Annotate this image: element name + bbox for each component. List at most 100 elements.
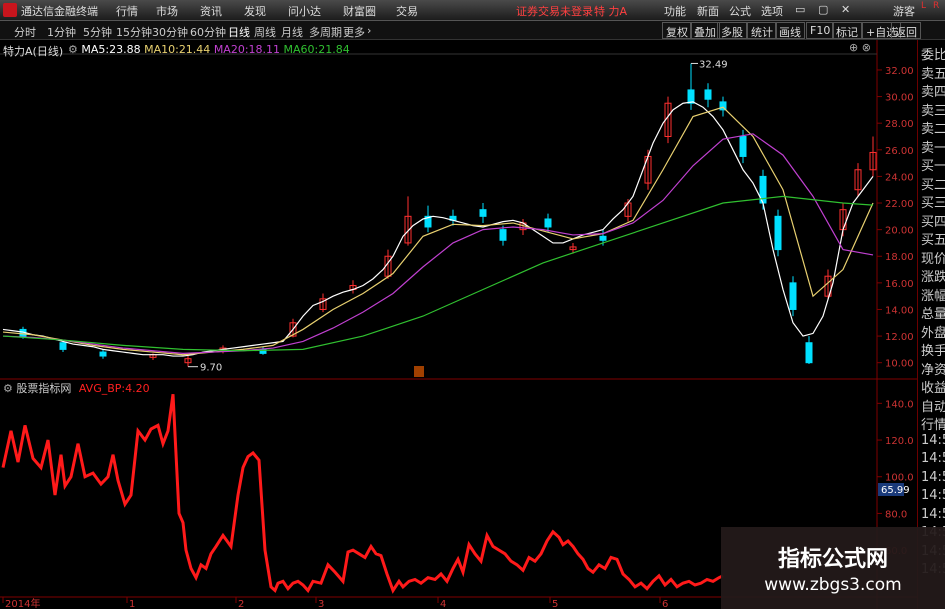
- candle: [499, 229, 507, 241]
- tab-5min[interactable]: 5分钟: [83, 24, 112, 40]
- lr-badge: L R: [919, 1, 943, 20]
- ma-line-ma20: [2, 133, 874, 354]
- avg-bp-line: [1, 393, 724, 594]
- tab-multi-period[interactable]: 多周期: [309, 24, 342, 40]
- guest-label[interactable]: 游客: [893, 3, 915, 19]
- ind-tick-label: 100.0: [885, 473, 914, 484]
- menu-item-trade[interactable]: 交易: [396, 3, 418, 19]
- tab-daily[interactable]: 日线: [228, 24, 250, 40]
- sidebar-item[interactable]: 买三: [921, 192, 945, 211]
- settings-icon[interactable]: ⚙: [68, 43, 81, 56]
- tab-more[interactable]: 更多: [343, 24, 365, 40]
- tab-15min[interactable]: 15分钟: [116, 24, 152, 40]
- sidebar-item[interactable]: 总量: [921, 303, 945, 322]
- price-tick-label: 16.00: [885, 279, 914, 290]
- low-price-label: 9.70: [200, 363, 222, 374]
- menu-new-page[interactable]: 新面: [697, 3, 719, 19]
- menu-item-assistant[interactable]: 问小达: [288, 3, 321, 19]
- sidebar-item[interactable]: 买四: [921, 211, 945, 230]
- candle: [774, 215, 782, 251]
- candle: [99, 351, 107, 357]
- draw-button[interactable]: 画线: [775, 22, 805, 39]
- tab-monthly[interactable]: 月线: [281, 24, 303, 40]
- sidebar-item[interactable]: 买五: [921, 229, 945, 248]
- menu-options[interactable]: 选项: [761, 3, 783, 19]
- overlay-button[interactable]: 叠加: [690, 22, 720, 39]
- main-chart-title: 特力A(日线): [3, 43, 63, 59]
- badge-l: L: [921, 1, 927, 11]
- sidebar-item[interactable]: 外盘: [921, 322, 945, 341]
- sidebar-item[interactable]: 14:5: [921, 488, 945, 503]
- sidebar-item[interactable]: 卖二: [921, 118, 945, 137]
- stats-button[interactable]: 统计: [747, 22, 777, 39]
- candle: [704, 89, 712, 100]
- zoom-icon[interactable]: ⊕: [849, 41, 858, 54]
- sidebar-item[interactable]: 14:5: [921, 470, 945, 485]
- back-button[interactable]: 返回: [891, 22, 921, 39]
- mark-button[interactable]: 标记: [832, 22, 862, 39]
- ma20-label: MA20:: [213, 43, 249, 56]
- x-tick-label: 5: [552, 599, 558, 609]
- menu-formula[interactable]: 公式: [729, 3, 751, 19]
- menu-item-discover[interactable]: 发现: [244, 3, 266, 19]
- sidebar-item[interactable]: 卖五: [921, 63, 945, 82]
- menu-bar: 通达信金融终端 行情 市场 资讯 发现 问小达 财富圈 交易 证券交易未登录 特…: [0, 0, 945, 21]
- price-tick-label: 18.00: [885, 252, 914, 263]
- price-tick-label: 20.00: [885, 226, 914, 237]
- tab-1min[interactable]: 1分钟: [47, 24, 76, 40]
- menu-item-news[interactable]: 资讯: [200, 3, 222, 19]
- f10-button[interactable]: F10: [806, 22, 835, 39]
- price-tick-label: 24.00: [885, 172, 914, 183]
- chart-area[interactable]: 32.00 30.00 28.00 26.00 24.00 22.00 20.00 18.00…: [0, 40, 917, 609]
- ind-tick-label: 120.0: [885, 436, 914, 447]
- x-tick-label: 4: [440, 599, 446, 609]
- sidebar-item[interactable]: 卖一: [921, 137, 945, 156]
- price-tick-label: 28.00: [885, 119, 914, 130]
- ma5-label: MA5:: [81, 43, 110, 56]
- indicator-name[interactable]: 股票指标网: [16, 382, 71, 395]
- event-marker-icon[interactable]: [414, 366, 424, 377]
- menu-function[interactable]: 功能: [664, 3, 686, 19]
- sidebar-item[interactable]: 买二: [921, 174, 945, 193]
- minimize-icon[interactable]: ▭: [795, 3, 805, 16]
- sidebar-item[interactable]: 卖四: [921, 81, 945, 100]
- ma10-label: MA10:: [144, 43, 179, 56]
- login-status[interactable]: 证券交易未登录: [516, 3, 593, 19]
- more-chevron-icon[interactable]: ›: [367, 24, 371, 37]
- sidebar-item[interactable]: 14:5: [921, 507, 945, 522]
- app-title: 通达信金融终端: [21, 5, 98, 18]
- sidebar-item[interactable]: 换手: [921, 340, 945, 359]
- close-icon[interactable]: ✕: [841, 3, 850, 16]
- sidebar-item[interactable]: 涨幅: [921, 285, 945, 304]
- ma10-value: 21.44: [178, 43, 211, 56]
- period-label: (日线): [32, 45, 64, 58]
- indicator-settings-icon[interactable]: ⚙: [3, 382, 16, 395]
- sidebar-item[interactable]: 委比: [921, 44, 945, 63]
- menu-item-markets[interactable]: 市场: [156, 3, 178, 19]
- sidebar-item[interactable]: 买一: [921, 155, 945, 174]
- sidebar-item[interactable]: 14:5: [921, 451, 945, 466]
- sidebar-item[interactable]: 自动: [921, 396, 945, 415]
- sidebar-item[interactable]: 卖三: [921, 100, 945, 119]
- sidebar-item[interactable]: 净资: [921, 359, 945, 378]
- sidebar-item[interactable]: 行情: [921, 414, 945, 433]
- sidebar-item[interactable]: 收益: [921, 377, 945, 396]
- sidebar-item[interactable]: 14:5: [921, 433, 945, 448]
- sidebar-item[interactable]: 涨跌: [921, 266, 945, 285]
- tab-30min[interactable]: 30分钟: [152, 24, 188, 40]
- menu-item-market[interactable]: 行情: [116, 3, 138, 19]
- adjust-button[interactable]: 复权: [662, 22, 692, 39]
- restore-icon[interactable]: ▢: [818, 3, 828, 16]
- menu-item-wealth[interactable]: 财富圈: [343, 3, 376, 19]
- high-price-label: 32.49: [699, 59, 728, 70]
- sidebar-item[interactable]: 现价: [921, 248, 945, 267]
- multi-stock-button[interactable]: 多股: [717, 22, 747, 39]
- tab-timeshare[interactable]: 分时: [14, 24, 36, 40]
- ma60-value: 21.84: [318, 43, 350, 56]
- close-panel-icon[interactable]: ⊗: [862, 41, 871, 54]
- tab-60min[interactable]: 60分钟: [190, 24, 226, 40]
- tab-weekly[interactable]: 周线: [254, 24, 276, 40]
- ma20-value: 18.11: [248, 43, 281, 56]
- quote-sidebar: 委比 卖五 卖四 卖三 卖二 卖一 买一 买二 买三 买四 买五 现价 涨跌 涨幅 总量 外盘 换手 净资 收益 自动…: [917, 40, 945, 609]
- stock-name: 特力A: [3, 45, 33, 58]
